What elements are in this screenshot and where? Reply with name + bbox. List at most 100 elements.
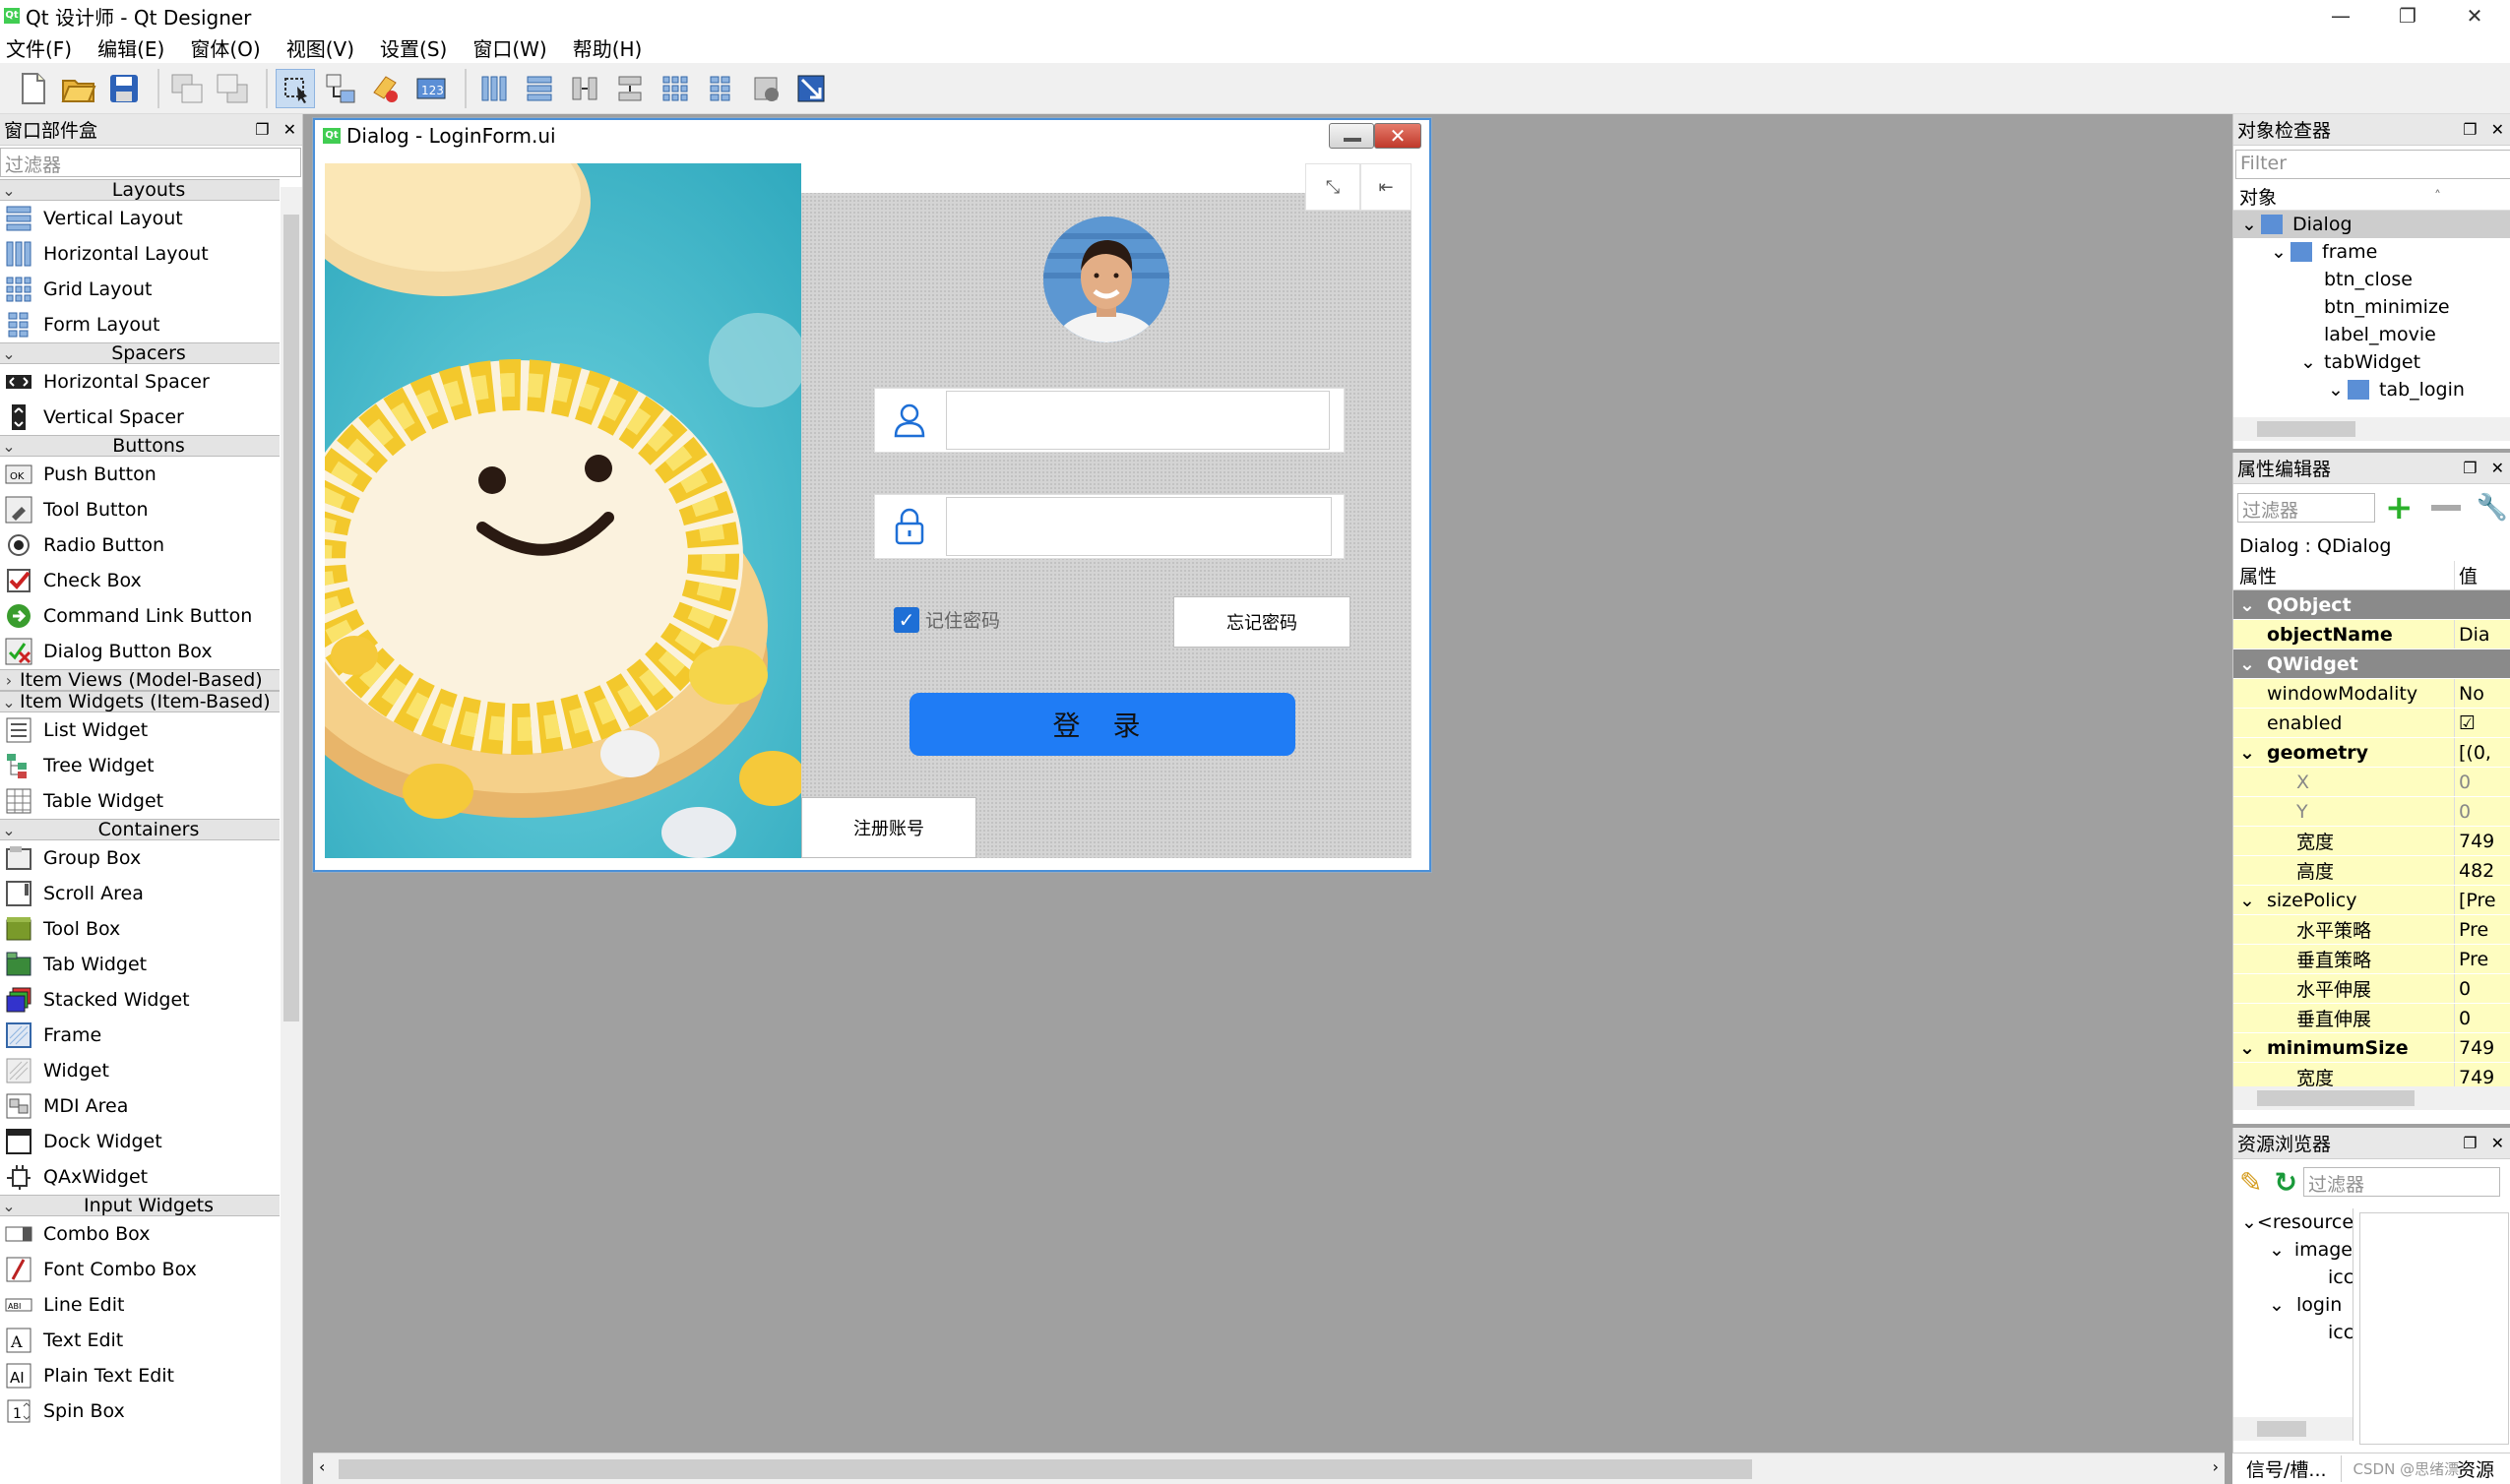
category-containers[interactable]: ⌄ Containers (0, 819, 280, 840)
widget-tab-widget[interactable]: Tab Widget (0, 947, 280, 982)
widget-spin-box[interactable]: 1 Spin Box (0, 1393, 280, 1429)
tree-node-label-movie[interactable]: label_movie (2233, 321, 2510, 348)
widget-form-layout[interactable]: Form Layout (0, 307, 280, 342)
widget-mdi-area[interactable]: MDI Area (0, 1088, 280, 1124)
maximize-button[interactable]: ❐ (2376, 0, 2439, 31)
prop-geometry[interactable]: ⌄ geometry [(0, (2233, 738, 2510, 768)
prop-group-qobject[interactable]: ⌄ QObject (2233, 590, 2510, 620)
save-icon[interactable] (104, 69, 144, 108)
close-panel-icon[interactable]: ✕ (2491, 459, 2504, 477)
widget-dialog-button-box[interactable]: Dialog Button Box (0, 634, 280, 669)
layout-horizontal-icon[interactable] (474, 69, 514, 108)
menu-file[interactable]: 文件(F) (6, 33, 72, 62)
prop-geometry-x[interactable]: X0 (2233, 768, 2510, 797)
prop-vpolicy[interactable]: 垂直策略 Pre (2233, 945, 2510, 974)
widget-push-button[interactable]: OK Push Button (0, 457, 280, 492)
widget-table-widget[interactable]: Table Widget (0, 783, 280, 819)
prop-enabled[interactable]: enabled ☑ (2233, 709, 2510, 738)
menu-form[interactable]: 窗体(O) (190, 33, 260, 62)
edit-buddies-icon[interactable] (366, 69, 406, 108)
widget-tree-widget[interactable]: Tree Widget (0, 748, 280, 783)
canvas-horizontal-scrollbar[interactable]: ‹ › (313, 1453, 2225, 1484)
remember-checkbox[interactable]: ✓ 记住密码 (894, 606, 1000, 633)
property-filter-input[interactable]: 过滤器 (2237, 493, 2375, 523)
menu-edit[interactable]: 编辑(E) (97, 33, 164, 62)
object-filter-input[interactable]: Filter (2235, 150, 2510, 179)
tree-node-tab-login[interactable]: ⌄ tab_login (2233, 376, 2510, 403)
menu-settings[interactable]: 设置(S) (380, 33, 447, 62)
object-tree-hscroll[interactable] (2233, 417, 2510, 441)
break-layout-icon[interactable] (746, 69, 785, 108)
prop-minimumsize[interactable]: ⌄ minimumSize 749 (2233, 1033, 2510, 1063)
tree-node-tabwidget[interactable]: ⌄ tabWidget (2233, 348, 2510, 376)
widget-font-combo-box[interactable]: Font Combo Box (0, 1252, 280, 1287)
property-hscroll[interactable] (2233, 1086, 2510, 1110)
widget-command-link-button[interactable]: Command Link Button (0, 598, 280, 634)
prop-sizepolicy[interactable]: ⌄ sizePolicy [Pre (2233, 886, 2510, 915)
float-icon[interactable]: ❐ (2463, 1134, 2477, 1152)
adjust-size-icon[interactable] (791, 69, 831, 108)
bring-to-front-icon[interactable] (213, 69, 252, 108)
prop-geometry-width[interactable]: 宽度 749 (2233, 827, 2510, 856)
category-item-views[interactable]: › Item Views (Model-Based) (0, 669, 280, 691)
form-window[interactable]: Qt Dialog - LoginForm.ui ✕ ⤡ ⇤ ✓ 记住密码 忘记… (313, 118, 1431, 872)
widget-list-widget[interactable]: List Widget (0, 712, 280, 748)
tree-node-frame[interactable]: ⌄ frame (2233, 238, 2510, 266)
configure-icon[interactable]: 🔧 (2477, 493, 2508, 523)
widget-box-scrollbar[interactable] (281, 187, 302, 1484)
widget-radio-button[interactable]: Radio Button (0, 527, 280, 563)
widget-vertical-layout[interactable]: Vertical Layout (0, 201, 280, 236)
category-input-widgets[interactable]: ⌄ Input Widgets (0, 1195, 280, 1216)
widget-combo-box[interactable]: Combo Box (0, 1216, 280, 1252)
widget-group-box[interactable]: Group Box (0, 840, 280, 876)
widget-plain-text-edit[interactable]: AI Plain Text Edit (0, 1358, 280, 1393)
add-property-icon[interactable]: + (2385, 488, 2414, 527)
minimize-button[interactable]: — (2309, 0, 2372, 31)
form-minimize-button[interactable] (1329, 123, 1374, 149)
prop-hstretch[interactable]: 水平伸展 0 (2233, 974, 2510, 1004)
float-icon[interactable]: ❐ (2463, 459, 2477, 477)
edit-signals-icon[interactable] (321, 69, 360, 108)
edit-widgets-icon[interactable] (276, 68, 315, 108)
prop-windowmodality[interactable]: windowModality No (2233, 679, 2510, 709)
widget-stacked-widget[interactable]: Stacked Widget (0, 982, 280, 1018)
float-icon[interactable]: ❐ (255, 120, 269, 139)
layout-vertical-icon[interactable] (520, 69, 559, 108)
prop-objectname[interactable]: objectName Dia (2233, 620, 2510, 649)
widget-vertical-spacer[interactable]: Vertical Spacer (0, 400, 280, 435)
resource-tree-hscroll[interactable] (2233, 1417, 2353, 1441)
scroll-right-icon[interactable]: › (2213, 1457, 2219, 1476)
form-close-button[interactable]: ✕ (1374, 123, 1421, 149)
exit-button[interactable]: ⇤ (1360, 163, 1412, 211)
close-panel-icon[interactable]: ✕ (2491, 1134, 2504, 1152)
menu-help[interactable]: 帮助(H) (573, 33, 643, 62)
resource-login[interactable]: ⌄ login (2233, 1291, 2353, 1319)
layout-splitter-h-icon[interactable] (565, 69, 604, 108)
resource-image-icc[interactable]: icc (2233, 1264, 2353, 1291)
category-layouts[interactable]: ⌄ Layouts (0, 179, 280, 201)
widget-line-edit[interactable]: ABI Line Edit (0, 1287, 280, 1323)
forgot-password-button[interactable]: 忘记密码 (1173, 596, 1350, 648)
widget-scroll-area[interactable]: Scroll Area (0, 876, 280, 911)
close-panel-icon[interactable]: ✕ (2491, 120, 2504, 139)
tree-node-dialog[interactable]: ⌄ Dialog (2233, 211, 2510, 238)
shrink-button[interactable]: ⤡ (1305, 163, 1360, 211)
widget-grid-layout[interactable]: Grid Layout (0, 272, 280, 307)
widget-tool-box[interactable]: Tool Box (0, 911, 280, 947)
reload-icon[interactable]: ↻ (2274, 1166, 2296, 1199)
widget-filter-input[interactable]: 过滤器 (0, 148, 301, 177)
resource-root[interactable]: ⌄ <resource (2233, 1208, 2353, 1236)
category-item-widgets[interactable]: ⌄ Item Widgets (Item-Based) (0, 691, 280, 712)
send-to-back-icon[interactable] (167, 69, 207, 108)
category-buttons[interactable]: ⌄ Buttons (0, 435, 280, 457)
category-spacers[interactable]: ⌄ Spacers (0, 342, 280, 364)
resource-filter-input[interactable]: 过滤器 (2302, 1167, 2500, 1197)
widget-tool-button[interactable]: Tool Button (0, 492, 280, 527)
close-button[interactable]: ✕ (2443, 0, 2506, 31)
widget-text-edit[interactable]: A Text Edit (0, 1323, 280, 1358)
prop-vstretch[interactable]: 垂直伸展 0 (2233, 1004, 2510, 1033)
register-button[interactable]: 注册账号 (801, 797, 976, 858)
tree-node-btn-close[interactable]: btn_close (2233, 266, 2510, 293)
new-file-icon[interactable] (14, 69, 53, 108)
layout-splitter-v-icon[interactable] (610, 69, 650, 108)
